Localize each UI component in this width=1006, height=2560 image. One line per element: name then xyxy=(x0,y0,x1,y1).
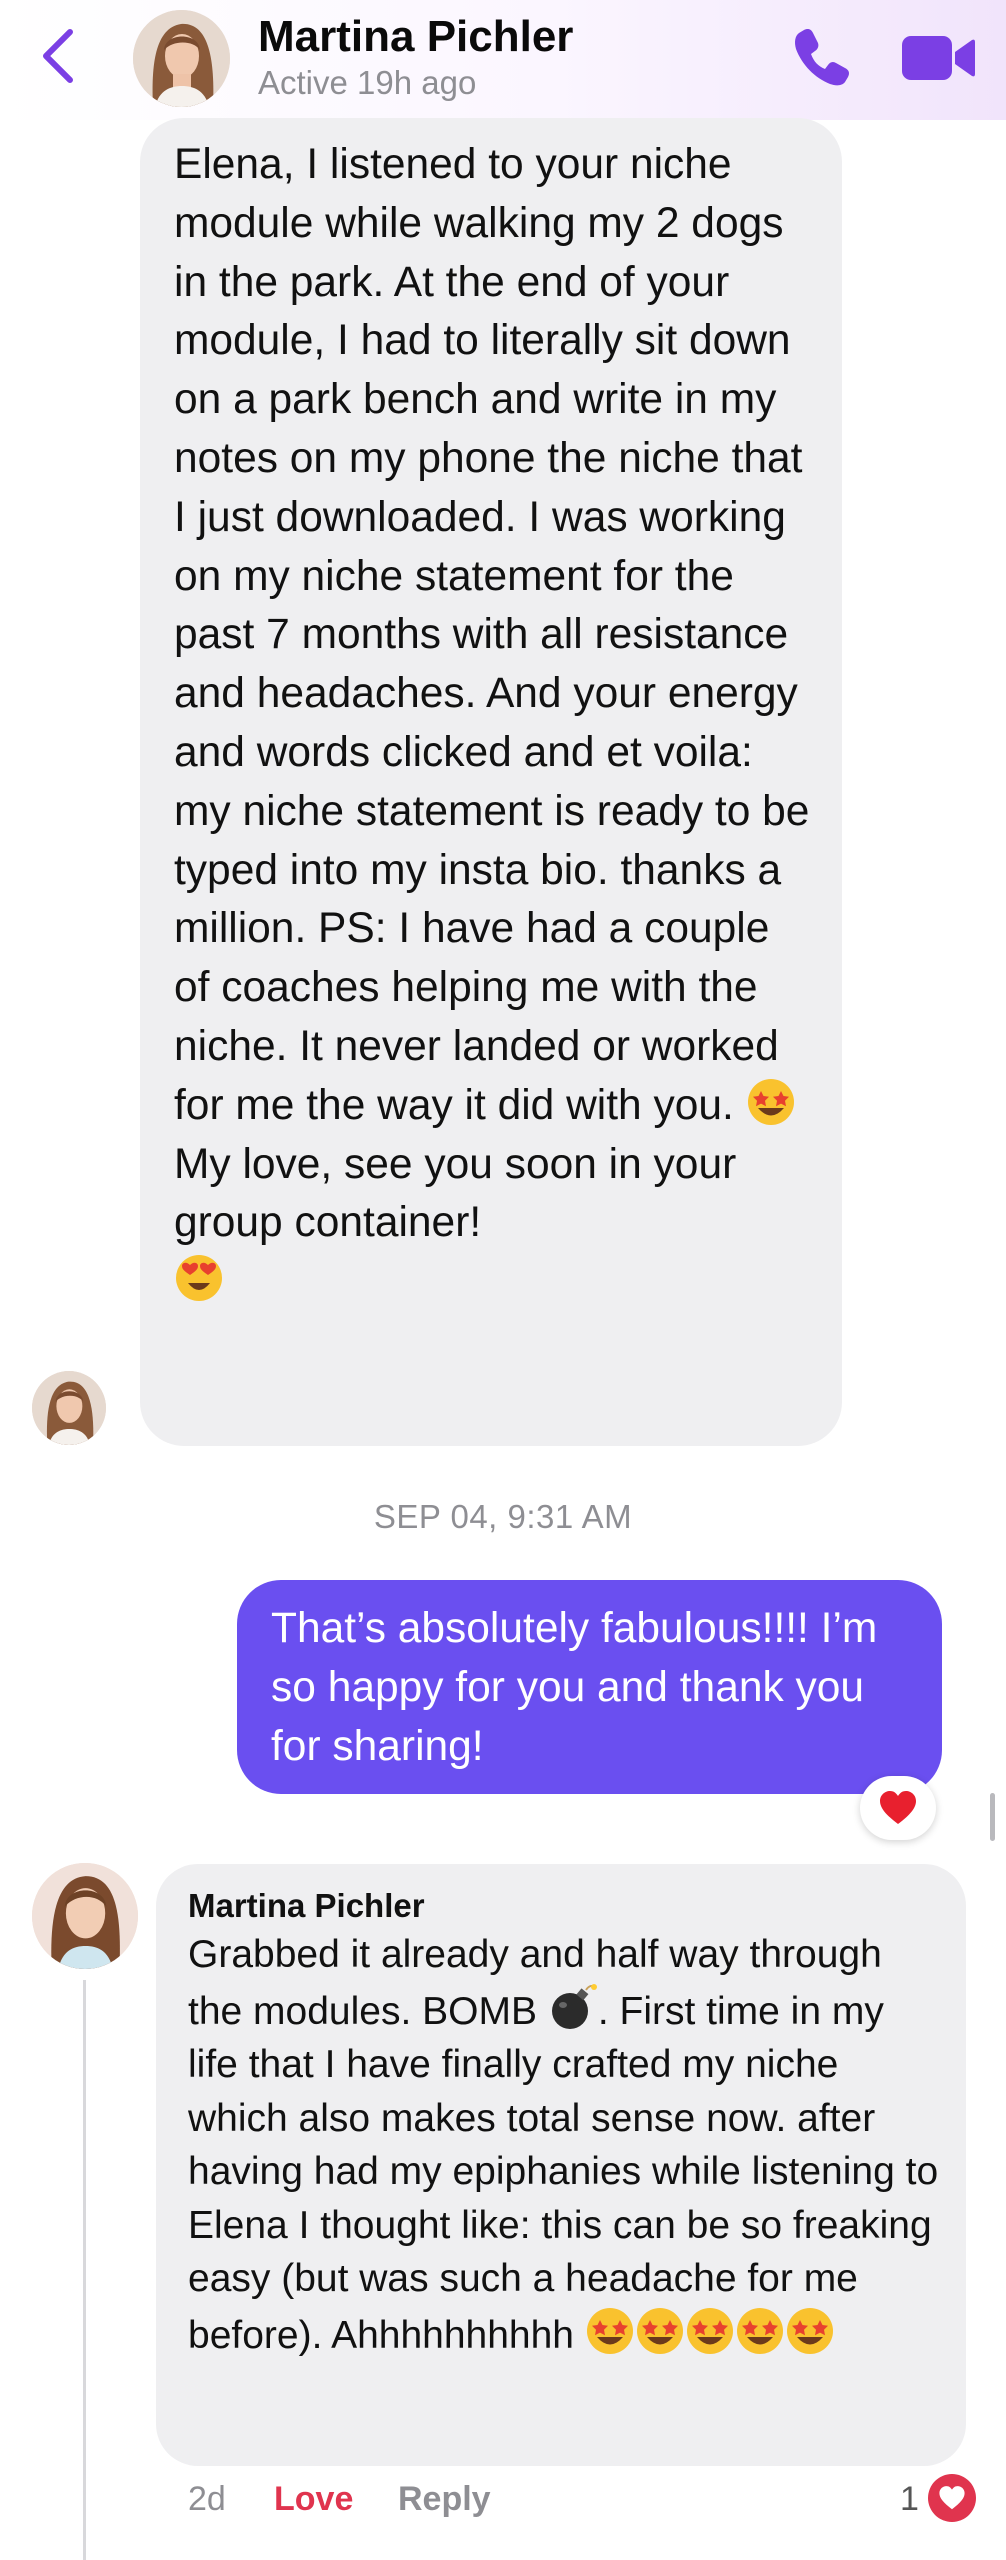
scrollbar[interactable] xyxy=(990,1793,995,1841)
thread-line xyxy=(83,1980,86,2560)
conversation-header: Martina Pichler Active 19h ago xyxy=(0,0,1006,120)
active-status: Active 19h ago xyxy=(258,64,477,101)
contact-name: Martina Pichler xyxy=(258,12,574,61)
voice-call-button[interactable] xyxy=(790,24,854,88)
star-struck-emoji-icon xyxy=(585,2306,635,2356)
back-button[interactable] xyxy=(36,26,86,86)
message-text: Elena, I listened to your niche module w… xyxy=(174,141,810,1129)
comment-text: Grabbed it already and half way through … xyxy=(188,1928,940,2362)
star-struck-emoji-icon xyxy=(735,2306,785,2356)
message-text: That’s absolutely fabulous!!!! I’m so ha… xyxy=(271,1605,878,1770)
comment-author-avatar[interactable] xyxy=(32,1863,138,1969)
contact-avatar[interactable] xyxy=(133,10,230,107)
message-text-continued: My love, see you soon in your group cont… xyxy=(174,1140,737,1247)
reaction-count: 1 xyxy=(900,2480,919,2518)
comment-time: 2d xyxy=(188,2480,226,2518)
comment-author-name: Martina Pichler xyxy=(188,1887,425,1924)
bomb-emoji-icon xyxy=(548,1982,598,2032)
phone-icon xyxy=(795,29,849,86)
love-reaction-icon[interactable] xyxy=(928,2474,976,2522)
message-reaction[interactable] xyxy=(860,1776,936,1840)
star-struck-emoji-icon xyxy=(785,2306,835,2356)
chevron-left-icon xyxy=(43,29,73,83)
comment-text-part2: . First time in my life that I have fina… xyxy=(188,1989,939,2357)
star-struck-emoji-icon xyxy=(685,2306,735,2356)
red-heart-icon xyxy=(880,1791,916,1824)
comment-bubble[interactable]: Martina Pichler Grabbed it already and h… xyxy=(156,1864,966,2466)
star-struck-emoji-icon xyxy=(635,2306,685,2356)
sender-avatar[interactable] xyxy=(32,1371,106,1445)
star-struck-emoji-icon xyxy=(746,1077,796,1127)
reply-button[interactable]: Reply xyxy=(398,2480,491,2519)
video-camera-icon xyxy=(902,36,975,80)
incoming-message-bubble[interactable]: Elena, I listened to your niche module w… xyxy=(140,118,842,1446)
comment-actions: 2d Love Reply 1 xyxy=(0,2474,1006,2524)
video-call-button[interactable] xyxy=(900,28,976,88)
message-timestamp: SEP 04, 9:31 AM xyxy=(373,1498,633,1535)
love-button[interactable]: Love xyxy=(274,2480,353,2519)
heart-eyes-emoji-icon xyxy=(174,1253,224,1303)
outgoing-message-bubble[interactable]: That’s absolutely fabulous!!!! I’m so ha… xyxy=(237,1580,942,1794)
